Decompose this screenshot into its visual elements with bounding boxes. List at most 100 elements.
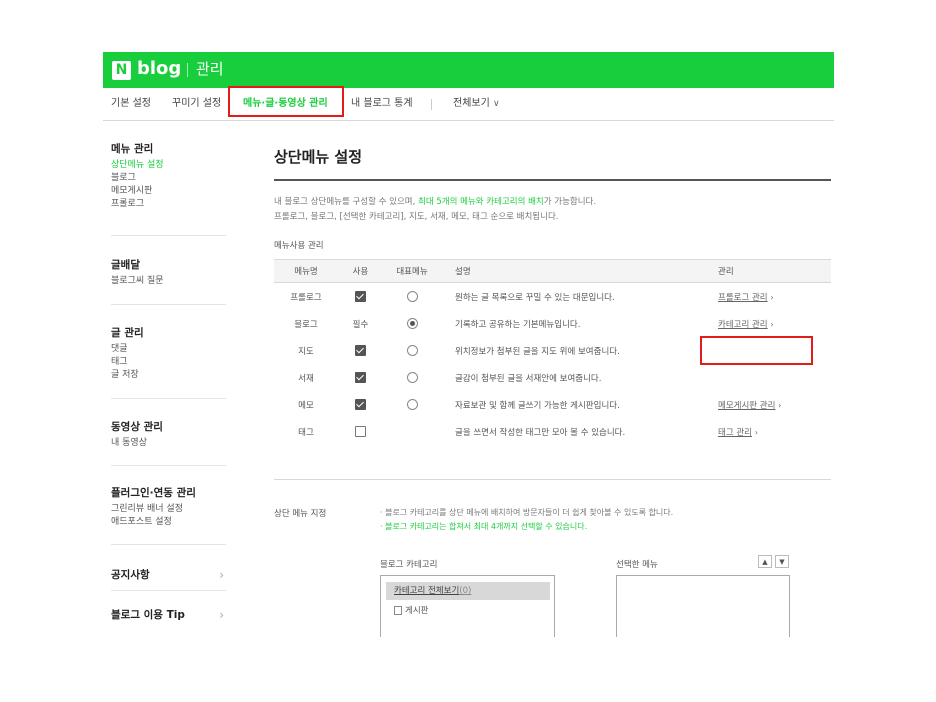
rep-radio[interactable] [406, 372, 418, 383]
category-board-label: 게시판 [405, 606, 429, 616]
sidebar-title-delivery[interactable]: 글배달 [111, 258, 226, 272]
column-header-manage: 관리 [712, 259, 831, 283]
sidebar-item-my-videos[interactable]: 내 동영상 [111, 437, 226, 450]
rep-radio[interactable] [406, 318, 418, 329]
sidebar-item-memo-board[interactable]: 메모게시판 [111, 185, 226, 198]
use-checkbox[interactable] [355, 345, 366, 356]
move-down-button[interactable]: ▼ [775, 555, 789, 568]
table-row: 서재 글감이 첨부된 글을 서재안에 보여줍니다. [274, 364, 831, 391]
sidebar-item-blogssi-question[interactable]: 블로그씨 질문 [111, 275, 226, 288]
sidebar-item-top-menu[interactable]: 상단메뉴 설정 [111, 159, 226, 172]
description-line-1: 내 블로그 상단메뉴를 구성할 수 있으며, 최대 5개의 메뉴와 카테고리의 … [274, 195, 596, 210]
rep-radio-cell [383, 337, 441, 364]
use-checkbox-cell [338, 364, 383, 391]
note-line-1: · 블로그 카테고리를 상단 메뉴에 배치하여 방문자들이 더 쉽게 찾아볼 수… [380, 508, 674, 517]
category-manage-link[interactable]: 카테고리 관리 [718, 320, 768, 330]
sidebar-title-plugin[interactable]: 플러그인·연동 관리 [111, 486, 226, 500]
header-bar: N blog 관리 [103, 52, 834, 88]
blog-admin-app: N blog 관리 기본 설정 꾸미기 설정 메뉴·글·동영상 관리 내 블로그… [103, 52, 834, 637]
sidebar-group-plugin: 플러그인·연동 관리 그린리뷰 배너 설정 애드포스트 설정 [111, 486, 226, 529]
column-header-desc: 설명 [441, 259, 712, 283]
manage-cell: 프롤로그 관리 › [712, 283, 831, 311]
tab-view-all-label: 전체보기 [453, 98, 490, 109]
sidebar-title-menu[interactable]: 메뉴 관리 [111, 142, 226, 156]
sidebar-title-notice[interactable]: 공지사항 [111, 568, 226, 582]
sidebar-group-notice[interactable]: 공지사항 › [111, 568, 226, 585]
sidebar-item-prologue[interactable]: 프롤로그 [111, 198, 226, 211]
sidebar-group-tip[interactable]: 블로그 이용 Tip › [111, 608, 226, 625]
sidebar-title-posts[interactable]: 글 관리 [111, 326, 226, 340]
tab-divider [431, 99, 432, 110]
menu-description: 원하는 글 목록으로 꾸밀 수 있는 대문입니다. [455, 292, 615, 303]
prologue-manage-link[interactable]: 프롤로그 관리 [718, 293, 768, 303]
sidebar-divider [111, 304, 226, 305]
rep-radio[interactable] [406, 291, 418, 302]
menu-name: 프롤로그 [290, 292, 322, 303]
use-checkbox[interactable] [355, 426, 366, 437]
required-label: 필수 [352, 319, 369, 330]
category-all-item[interactable]: 카테고리 전체보기(0) [386, 582, 550, 600]
description-text: 가 가능합니다. [543, 197, 597, 207]
menu-name: 메모 [298, 400, 314, 411]
category-listbox[interactable]: 카테고리 전체보기(0) 게시판 [380, 575, 555, 637]
naver-logo-icon[interactable]: N [112, 61, 131, 80]
use-checkbox-cell [338, 283, 383, 311]
table-header-row: 메뉴명 사용 대표메뉴 설명 관리 [274, 259, 831, 283]
rep-radio-cell [383, 418, 441, 445]
sidebar-divider [111, 590, 226, 591]
settings-tabs: 기본 설정 꾸미기 설정 메뉴·글·동영상 관리 내 블로그 통계 전체보기 ∨ [103, 88, 834, 121]
tab-design-settings[interactable]: 꾸미기 설정 [172, 97, 221, 111]
sidebar-item-post-save[interactable]: 글 저장 [111, 369, 226, 382]
table-row: 메모 자료보관 및 함께 글쓰기 가능한 게시판입니다. 메모게시판 관리 › [274, 391, 831, 418]
sidebar-item-tags[interactable]: 태그 [111, 356, 226, 369]
move-up-button[interactable]: ▲ [758, 555, 772, 568]
top-menu-assign-label: 상단 메뉴 지정 [274, 509, 327, 519]
use-checkbox[interactable] [355, 291, 366, 302]
use-checkbox[interactable] [355, 399, 366, 410]
top-menu-notes: · 블로그 카테고리를 상단 메뉴에 배치하여 방문자들이 더 쉽게 찾아볼 수… [380, 506, 673, 534]
use-checkbox[interactable] [355, 372, 366, 383]
category-list-label: 블로그 카테고리 [380, 560, 438, 570]
header-subtitle: 관리 [196, 60, 224, 78]
description-text: 내 블로그 상단메뉴를 구성할 수 있으며, [274, 197, 419, 207]
rep-radio-cell [383, 364, 441, 391]
sidebar-divider [111, 235, 226, 236]
rep-radio-cell [383, 310, 441, 337]
manage-cell: 메모게시판 관리 › [712, 391, 831, 418]
use-checkbox-cell [338, 391, 383, 418]
sidebar-title-tip[interactable]: 블로그 이용 Tip [111, 608, 226, 622]
sidebar-item-comments[interactable]: 댓글 [111, 343, 226, 356]
title-underline [274, 179, 831, 181]
blog-logo[interactable]: blog [137, 58, 181, 80]
logo-divider [187, 63, 188, 77]
tag-manage-link[interactable]: 태그 관리 [718, 428, 752, 438]
rep-radio-cell [383, 391, 441, 418]
menu-description: 글을 쓰면서 작성한 태그만 모아 볼 수 있습니다. [455, 427, 626, 438]
menu-name: 지도 [298, 346, 314, 357]
table-divider [274, 479, 831, 480]
use-checkbox-cell [338, 337, 383, 364]
sidebar-item-adpost[interactable]: 애드포스트 설정 [111, 516, 226, 529]
memo-board-manage-link[interactable]: 메모게시판 관리 [718, 401, 775, 411]
active-tab-highlight-box [228, 86, 344, 117]
manage-cell: 태그 관리 › [712, 418, 831, 445]
chevron-right-icon: › [770, 319, 774, 329]
page-description: 내 블로그 상단메뉴를 구성할 수 있으며, 최대 5개의 메뉴와 카테고리의 … [274, 195, 596, 225]
sidebar-title-video[interactable]: 동영상 관리 [111, 420, 226, 434]
menu-description: 기록하고 공유하는 기본메뉴입니다. [455, 319, 581, 330]
tab-basic-settings[interactable]: 기본 설정 [111, 97, 151, 111]
category-board-item[interactable]: 게시판 [394, 605, 428, 617]
rep-radio[interactable] [406, 399, 418, 410]
tab-blog-stats[interactable]: 내 블로그 통계 [351, 97, 413, 111]
sidebar-item-green-review-banner[interactable]: 그린리뷰 배너 설정 [111, 503, 226, 516]
chevron-right-icon: › [219, 568, 224, 582]
sidebar-group-menu: 메뉴 관리 상단메뉴 설정 블로그 메모게시판 프롤로그 [111, 142, 226, 211]
chevron-right-icon: › [778, 400, 782, 410]
sidebar-item-blog[interactable]: 블로그 [111, 172, 226, 185]
tab-view-all[interactable]: 전체보기 ∨ [453, 97, 500, 111]
chevron-right-icon: › [754, 427, 758, 437]
rep-radio[interactable] [406, 345, 418, 356]
selected-menu-listbox[interactable] [616, 575, 790, 637]
manage-link-highlight-box [700, 336, 813, 365]
description-highlight: 최대 5개의 메뉴와 카테고리의 배치 [418, 197, 544, 207]
